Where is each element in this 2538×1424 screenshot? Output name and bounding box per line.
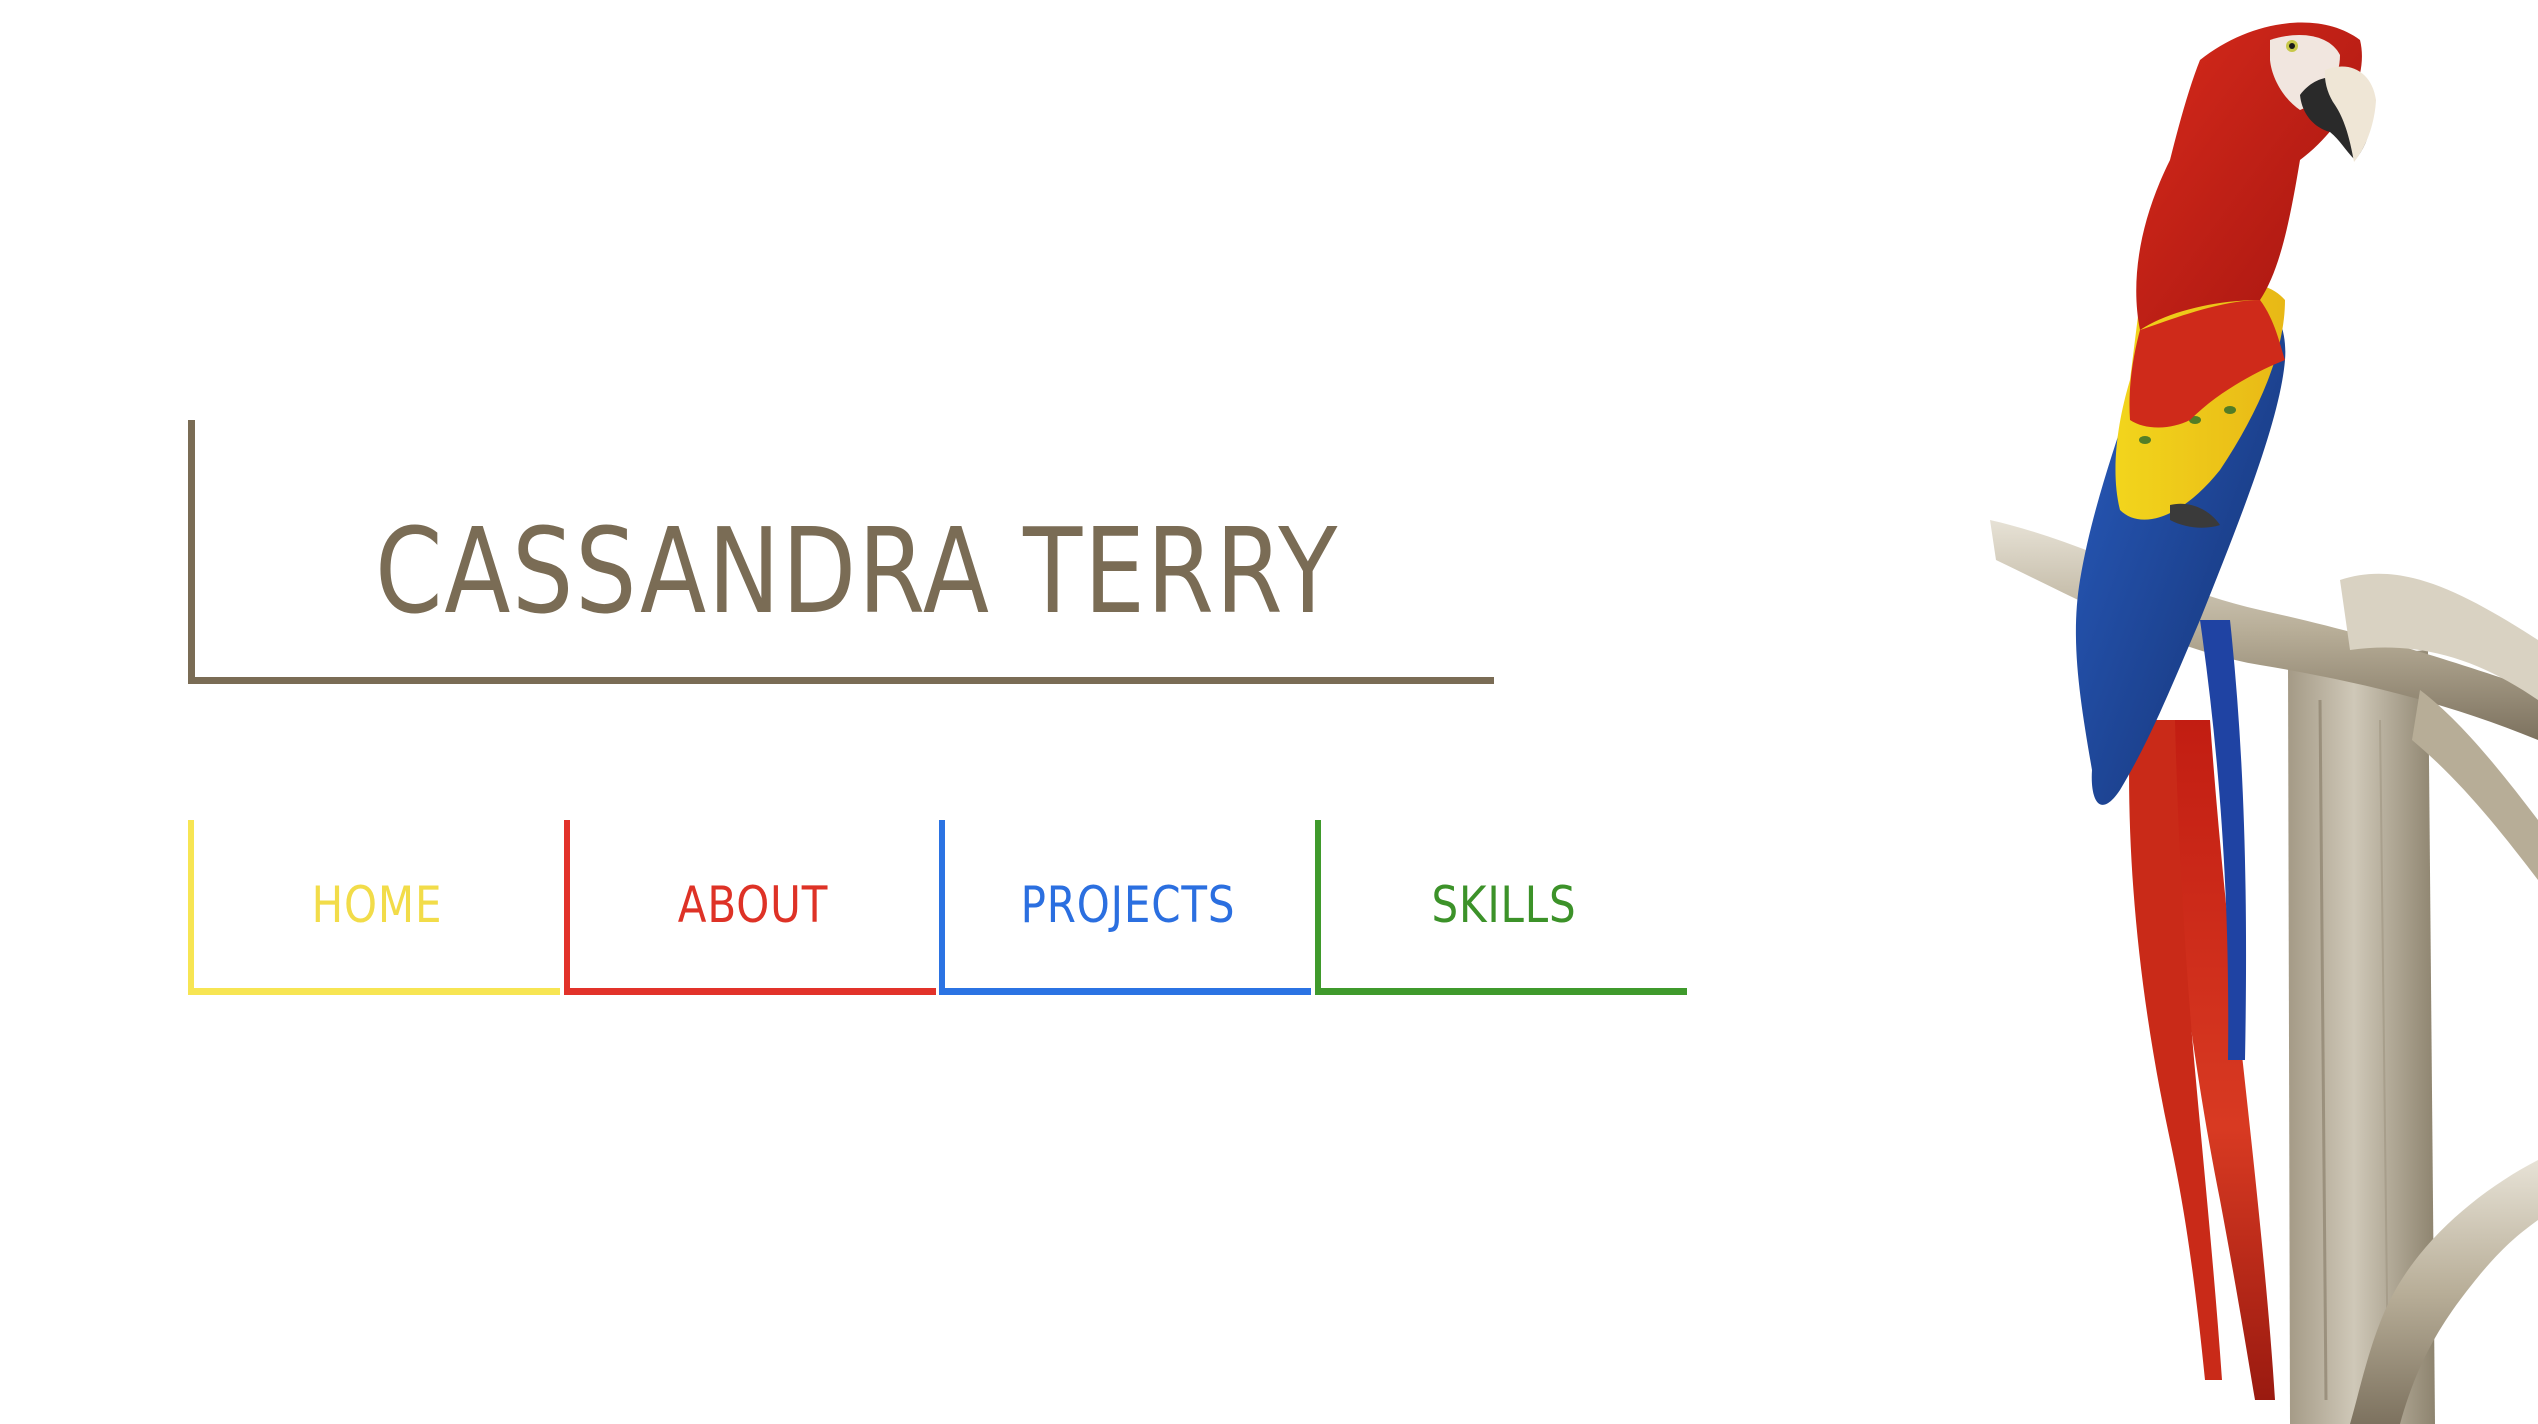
nav-about-link[interactable]: ABOUT [564, 820, 936, 995]
main-nav: HOME ABOUT PROJECTS SKILLS [188, 820, 1688, 995]
nav-home-label: HOME [311, 876, 443, 934]
nav-projects-label: PROJECTS [1020, 876, 1236, 934]
macaw-image [1990, 22, 2538, 1424]
nav-projects-link[interactable]: PROJECTS [939, 820, 1311, 995]
nav-skills-label: SKILLS [1431, 876, 1577, 934]
title-block: CASSANDRA TERRY [188, 420, 1494, 684]
nav-home-link[interactable]: HOME [188, 820, 560, 995]
nav-about-label: ABOUT [677, 876, 829, 934]
site-title: CASSANDRA TERRY [375, 502, 1339, 640]
portfolio-page: CASSANDRA TERRY HOME ABOUT PROJECTS SKIL… [0, 0, 2538, 1424]
nav-skills-link[interactable]: SKILLS [1315, 820, 1687, 995]
